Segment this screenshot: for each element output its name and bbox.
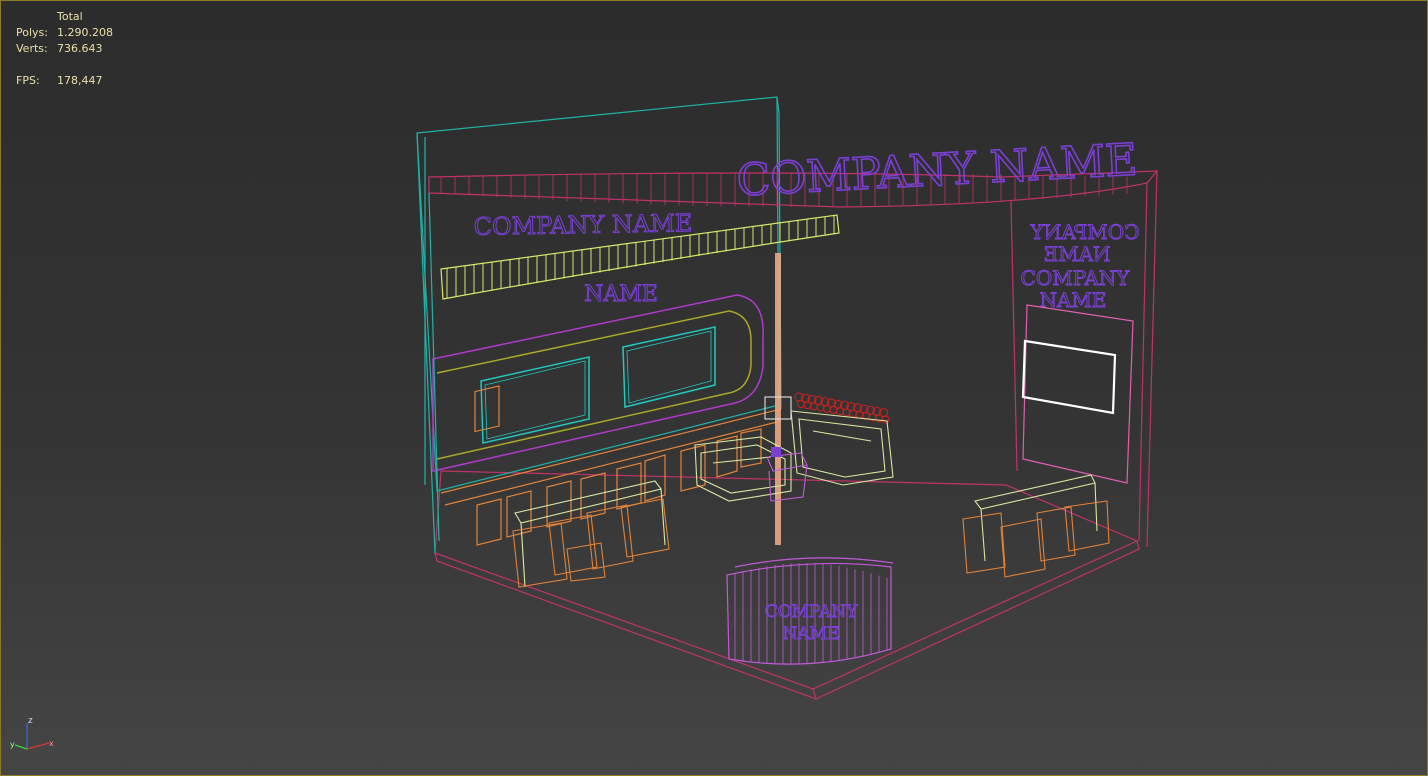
counter-line-1: COMPANY xyxy=(765,602,858,622)
x-axis-label: x xyxy=(49,739,54,748)
3d-viewport[interactable]: Total Polys: 1.290.208 Verts: 736.643 FPS:… xyxy=(0,0,1428,776)
center-pole xyxy=(775,253,781,545)
right-wall-line-2: NAME xyxy=(1043,242,1110,266)
axis-gizmo: z x y xyxy=(10,716,54,750)
wall-arch-panel xyxy=(432,294,764,472)
left-wall-sign-text: COMPANY NAME xyxy=(473,209,692,241)
right-table-set xyxy=(962,474,1110,578)
right-wall-sign: COMPANY NAME COMPANY NAME xyxy=(1020,220,1140,313)
left-wall xyxy=(416,96,782,554)
counter-line-2: NAME xyxy=(783,624,840,644)
display-screen xyxy=(1021,339,1117,415)
right-wall-line-3: COMPANY xyxy=(1021,266,1131,290)
y-axis-label: y xyxy=(10,740,15,749)
right-wall-line-1: COMPANY xyxy=(1030,220,1140,244)
booth-floor xyxy=(434,470,1140,700)
red-plant-box xyxy=(794,392,890,424)
z-axis-label: z xyxy=(28,716,33,726)
left-wall-cabinets xyxy=(440,385,782,546)
plant-leaf xyxy=(881,415,890,424)
top-sign-text: COMPANY NAME xyxy=(735,135,1138,207)
y-axis-line xyxy=(14,744,28,750)
x-axis-line xyxy=(26,742,50,750)
wireframe-scene: COMPANY NAME COMPANY NAME NAME COMPANY N… xyxy=(416,96,1159,700)
right-wall-panel xyxy=(1021,304,1134,484)
left-wall-sign-text-2: NAME xyxy=(584,282,658,307)
